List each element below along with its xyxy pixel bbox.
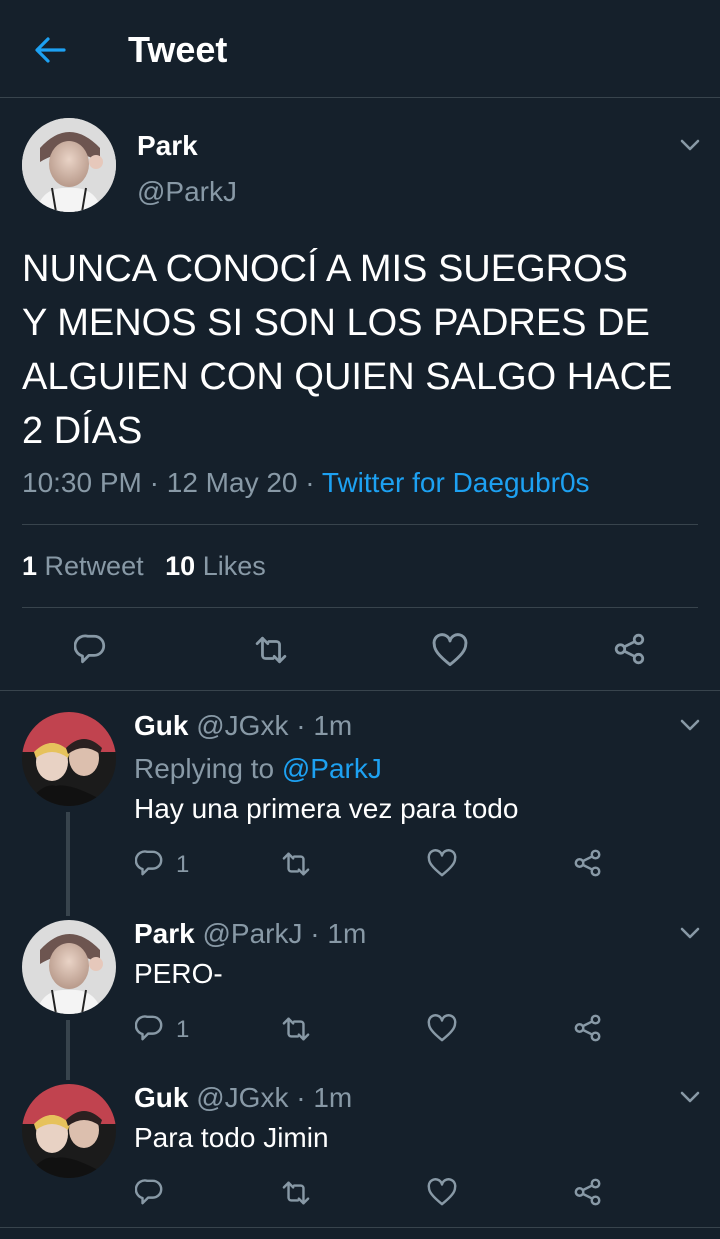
chevron-down-icon[interactable] [678,713,702,737]
tweet-date: 12 May 20 [166,467,298,498]
author-name[interactable]: Guk [134,710,188,741]
likes-stat[interactable]: 10 Likes [165,551,266,581]
reply-time: 1m [313,1082,353,1113]
page-title: Tweet [128,29,228,70]
divider [0,690,720,691]
like-icon[interactable] [432,633,468,672]
tweet-text-line: Y MENOS SI SON LOS PADRES DE [22,302,650,344]
retweet-icon[interactable] [280,1015,312,1048]
tweet-stats: 1 Retweet 10 Likes [22,551,266,582]
reply-icon[interactable] [134,1014,165,1047]
tweet-text-line: 2 DÍAS [22,410,143,452]
like-label: Likes [202,551,266,581]
tweet-text-line: ALGUIEN CON QUIEN SALGO HACE [22,356,673,398]
reply-text: PERO- [134,958,223,989]
tweet-text: NUNCA CONOCÍ A MIS SUEGROS Y MENOS SI SO… [22,242,672,458]
like-icon[interactable] [427,849,457,882]
share-icon[interactable] [573,1177,603,1212]
retweet-icon[interactable] [280,1179,312,1212]
tweet-meta: 10:30 PM · 12 May 20 · Twitter for Daegu… [22,467,590,499]
like-icon[interactable] [427,1178,457,1211]
author-name[interactable]: Park [137,130,198,162]
reply-icon[interactable] [73,633,108,670]
separator: · [149,467,159,498]
author-handle[interactable]: @JGxk [196,1082,288,1113]
thread-line [66,1020,70,1080]
author-handle[interactable]: @ParkJ [203,918,303,949]
tweet-source-link[interactable]: Twitter for Daegubr0s [322,467,590,498]
thread-line [66,812,70,916]
reply-header: Park @ParkJ · 1m [134,918,366,950]
avatar[interactable] [22,712,116,806]
author-handle[interactable]: @ParkJ [137,176,237,208]
author-name[interactable]: Guk [134,1082,188,1113]
separator: · [296,1082,306,1113]
reply-time: 1m [327,918,367,949]
share-icon[interactable] [573,1013,603,1048]
avatar[interactable] [22,118,116,212]
divider [0,1227,720,1228]
retweet-label: Retweet [44,551,144,581]
like-icon[interactable] [427,1014,457,1047]
avatar[interactable] [22,920,116,1014]
tweet-time: 10:30 PM [22,467,142,498]
replying-to: Replying to @ParkJ [134,753,382,785]
divider [22,607,698,608]
share-icon[interactable] [612,632,648,671]
divider [22,524,698,525]
separator: · [305,467,315,498]
tweet-text-line: NUNCA CONOCÍ A MIS SUEGROS [22,248,628,290]
author-handle[interactable]: @JGxk [196,710,288,741]
author-name[interactable]: Park [134,918,195,949]
reply-icon[interactable] [134,849,165,882]
retweet-icon[interactable] [253,634,289,671]
separator: · [296,710,306,741]
separator: · [310,918,320,949]
reply-icon[interactable] [134,1178,165,1211]
share-icon[interactable] [573,848,603,883]
reply-count: 1 [176,851,190,878]
reply-count: 1 [176,1016,190,1043]
retweet-count: 1 [22,551,38,581]
reply-text: Para todo Jimin [134,1122,329,1153]
avatar[interactable] [22,1084,116,1178]
reply-time: 1m [313,710,353,741]
replying-to-label: Replying to [134,753,275,784]
reply-header: Guk @JGxk · 1m [134,1082,352,1114]
like-count: 10 [165,551,196,581]
replying-to-link[interactable]: @ParkJ [282,753,382,784]
retweet-icon[interactable] [280,850,312,883]
reply-text: Hay una primera vez para todo [134,793,519,824]
chevron-down-icon[interactable] [678,921,702,945]
top-bar: Tweet [0,0,720,98]
chevron-down-icon[interactable] [678,1085,702,1109]
chevron-down-icon[interactable] [678,133,702,157]
retweets-stat[interactable]: 1 Retweet [22,551,151,581]
reply-header: Guk @JGxk · 1m [134,710,352,742]
back-arrow-icon[interactable] [30,30,70,70]
